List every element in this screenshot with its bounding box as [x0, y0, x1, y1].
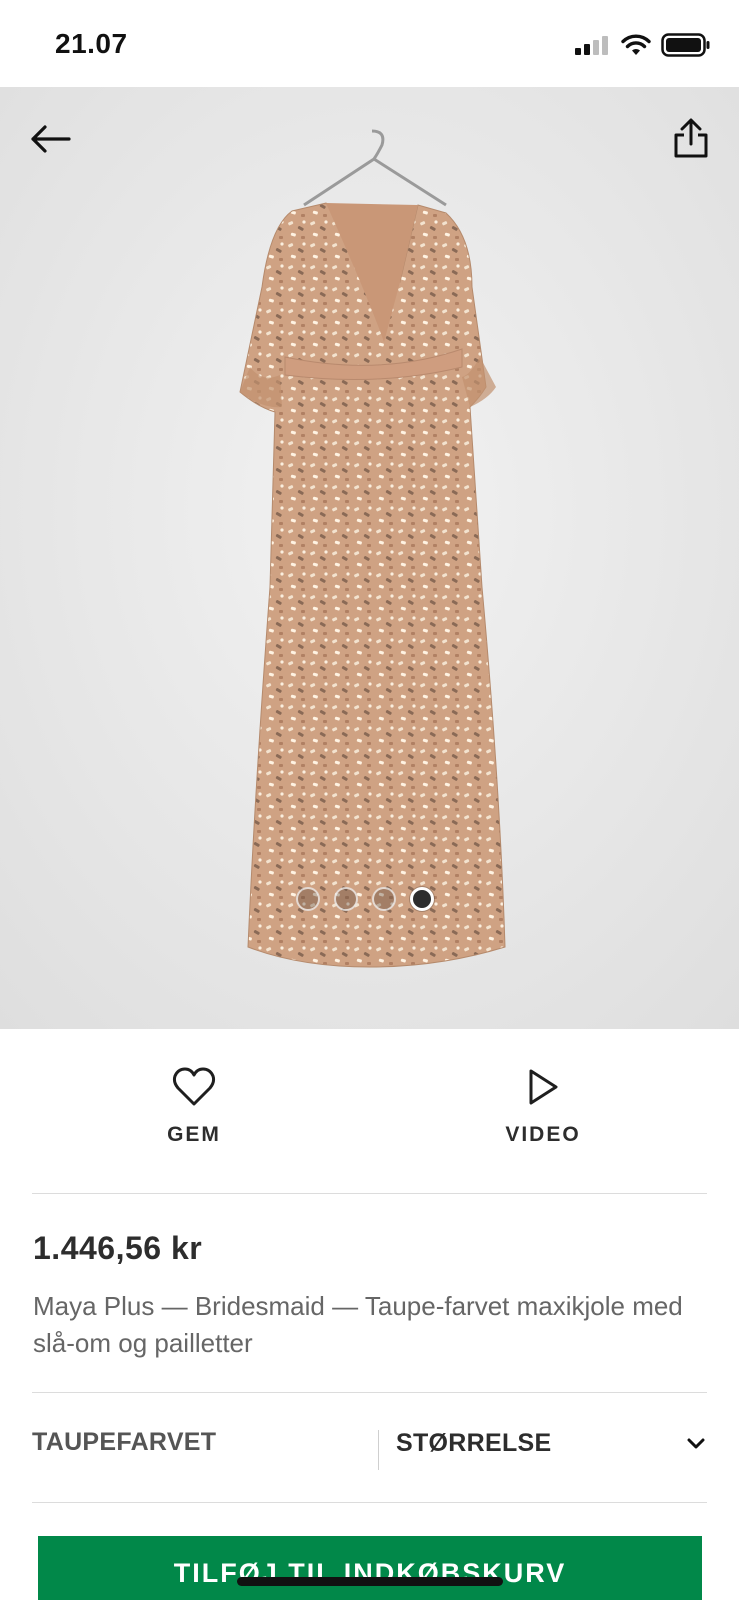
video-button[interactable]: VIDEO — [443, 1067, 643, 1147]
variant-selector: TAUPEFARVET STØRRELSE — [0, 1392, 739, 1502]
arrow-left-icon — [31, 125, 71, 153]
gallery-dot-3[interactable] — [372, 887, 396, 911]
colour-label: TAUPEFARVET — [32, 1428, 217, 1456]
play-icon — [529, 1069, 558, 1105]
divider — [32, 1502, 707, 1503]
cellular-signal-icon — [575, 36, 608, 55]
size-label: STØRRELSE — [396, 1429, 552, 1457]
gallery-dot-1[interactable] — [296, 887, 320, 911]
product-price: 1.446,56 kr — [33, 1230, 203, 1266]
gallery-dot-4-active[interactable] — [410, 887, 434, 911]
back-button[interactable] — [24, 117, 76, 161]
product-image-gallery[interactable] — [0, 87, 739, 1029]
status-time: 21.07 — [55, 28, 128, 59]
share-icon — [674, 118, 708, 158]
status-icons — [575, 30, 711, 60]
heart-icon — [172, 1067, 216, 1106]
home-indicator — [237, 1577, 503, 1586]
save-label: GEM — [167, 1123, 221, 1146]
gallery-pagination — [296, 887, 434, 911]
product-name: Maya Plus — Bridesmaid — Taupe-farvet ma… — [33, 1291, 683, 1358]
battery-icon — [661, 33, 710, 57]
status-bar: 21.07 — [0, 0, 739, 87]
divider — [32, 1193, 707, 1194]
save-button[interactable]: GEM — [94, 1067, 294, 1147]
gallery-dot-2[interactable] — [334, 887, 358, 911]
share-button[interactable] — [667, 113, 715, 163]
add-to-bag-button[interactable]: TILFØJ TIL INDKØBSKURV — [38, 1536, 702, 1600]
video-label: VIDEO — [505, 1123, 581, 1146]
chevron-down-icon — [687, 1438, 705, 1449]
wifi-icon — [621, 34, 651, 55]
product-actions: GEM VIDEO — [0, 1029, 739, 1194]
size-select[interactable]: STØRRELSE — [378, 1412, 707, 1486]
